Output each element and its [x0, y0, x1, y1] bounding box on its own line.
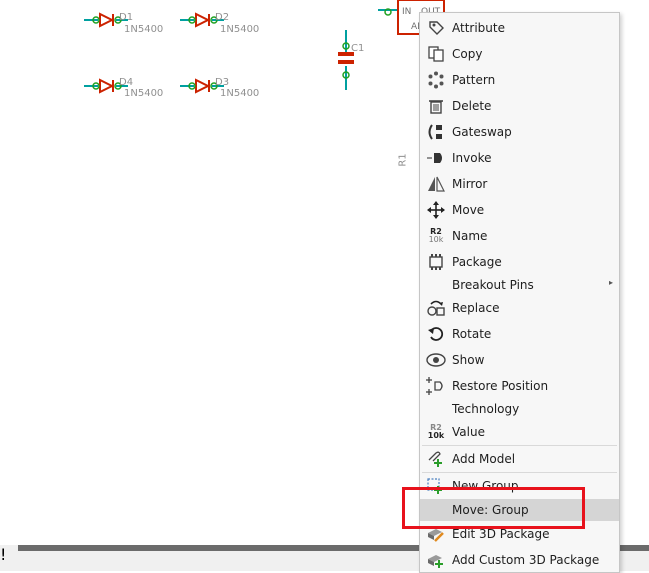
menu-item-label: Delete [452, 99, 492, 113]
menu-item-move[interactable]: Move [420, 197, 619, 223]
menu-item-label: Name [452, 229, 488, 243]
menu-item-label: Add Custom 3D Package [452, 553, 600, 567]
name-icon: R2 10k [426, 227, 446, 245]
capacitor-c1-name: C1 [351, 43, 365, 54]
menu-item-label: Move [452, 203, 485, 217]
menu-item-label: Copy [452, 47, 483, 61]
move-icon [426, 201, 446, 219]
menu-item-show[interactable]: Show [420, 347, 619, 373]
info-button[interactable]: ! [0, 545, 18, 564]
resistor-r1-name: R1 [397, 153, 409, 167]
menu-item-invoke[interactable]: Invoke [420, 145, 619, 171]
submenu-arrow-icon: ▸ [608, 278, 613, 287]
menu-item-label: Gateswap [452, 125, 512, 139]
diode-d1-value: 1N5400 [124, 24, 164, 35]
value-icon-subtext: 10k [427, 431, 445, 440]
tag-icon [426, 19, 446, 37]
menu-item-pattern[interactable]: Pattern [420, 67, 619, 93]
menu-item-label: Rotate [452, 327, 492, 341]
menu-item-label: Package [452, 255, 502, 269]
menu-item-label: Restore Position [452, 379, 549, 393]
highlight-callout [402, 487, 585, 529]
menu-item-add-model[interactable]: Add Model [420, 446, 619, 472]
menu-item-label: Add Model [452, 452, 516, 466]
diode-d4-name: D4 [119, 77, 134, 88]
regulator-in-label: IN [402, 7, 412, 17]
menu-item-label: Edit 3D Package [452, 527, 550, 541]
replace-icon [426, 299, 446, 317]
menu-item-label: Value [452, 425, 485, 439]
add-custom-3d-package-icon [426, 551, 446, 569]
copy-icon [426, 45, 446, 63]
diode-d2-name: D2 [215, 12, 230, 23]
diode-d3-value: 1N5400 [220, 88, 260, 99]
add-model-icon [426, 450, 446, 468]
menu-item-value[interactable]: R2 10k Value [420, 419, 619, 445]
menu-item-name[interactable]: R2 10k Name [420, 223, 619, 249]
menu-item-label: Pattern [452, 73, 496, 87]
menu-item-gateswap[interactable]: Gateswap [420, 119, 619, 145]
diode-d1-name: D1 [119, 12, 134, 23]
menu-item-mirror[interactable]: Mirror [420, 171, 619, 197]
pattern-icon [426, 71, 446, 89]
menu-item-technology[interactable]: Technology [420, 397, 619, 421]
rotate-icon [426, 325, 446, 343]
mirror-icon [426, 175, 446, 193]
diode-d4-value: 1N5400 [124, 88, 164, 99]
gateswap-icon [426, 123, 446, 141]
menu-item-label: Attribute [452, 21, 505, 35]
menu-item-label: Technology [452, 402, 520, 416]
menu-item-label: Replace [452, 301, 500, 315]
menu-item-rotate[interactable]: Rotate [420, 321, 619, 347]
menu-item-replace[interactable]: Replace [420, 295, 619, 321]
menu-item-delete[interactable]: Delete [420, 93, 619, 119]
package-icon [426, 253, 446, 271]
diode-d3-name: D3 [215, 77, 230, 88]
menu-item-label: Breakout Pins [452, 278, 534, 292]
menu-item-package[interactable]: Package [420, 249, 619, 275]
menu-item-label: Show [452, 353, 485, 367]
menu-item-label: Invoke [452, 151, 492, 165]
eye-icon [426, 351, 446, 369]
menu-item-breakout-pins[interactable]: Breakout Pins ▸ [420, 273, 619, 297]
menu-item-add-custom-3d-package[interactable]: Add Custom 3D Package [420, 547, 619, 573]
name-icon-subtext: 10k [428, 235, 444, 244]
menu-item-label: Mirror [452, 177, 488, 191]
restore-position-icon [426, 377, 446, 395]
trash-icon [426, 97, 446, 115]
value-icon: R2 10k [426, 423, 446, 441]
menu-item-copy[interactable]: Copy [420, 41, 619, 67]
menu-item-attribute[interactable]: Attribute [420, 15, 619, 41]
capacitor-c1[interactable] [338, 30, 354, 90]
menu-item-restore-position[interactable]: Restore Position [420, 373, 619, 399]
invoke-icon [426, 149, 446, 167]
diode-d2-value: 1N5400 [220, 24, 260, 35]
